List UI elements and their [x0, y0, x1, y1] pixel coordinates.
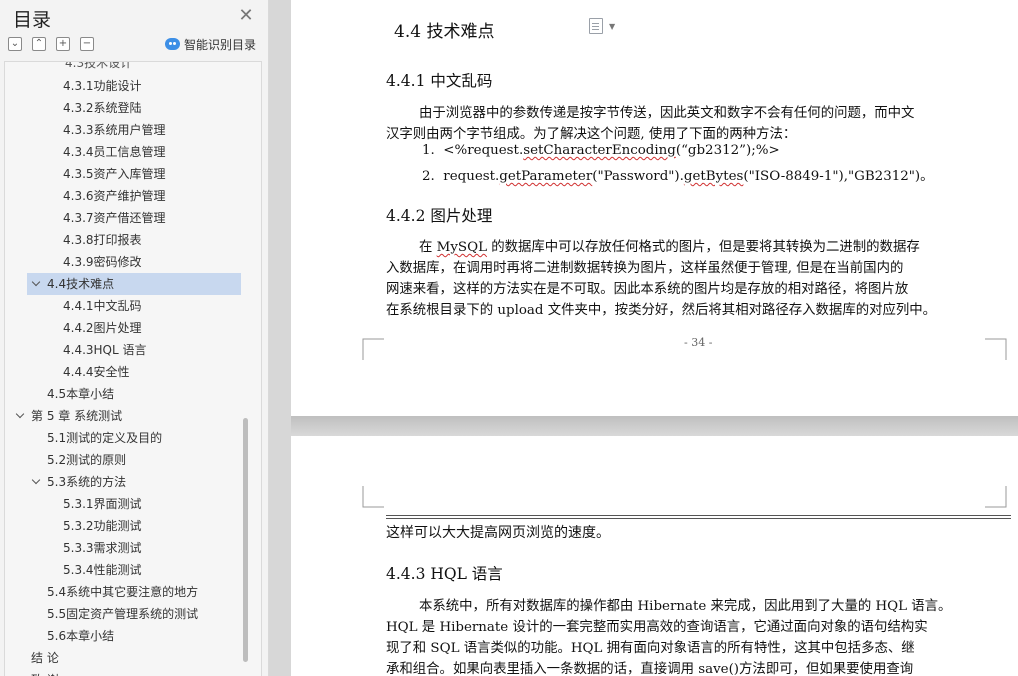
- paragraph-line: 汉字则由两个字节组成。为了解决这个问题, 使用了下面的两种方法：: [386, 127, 797, 142]
- toc-item[interactable]: 5.5固定资产管理系统的测试: [47, 603, 198, 625]
- toc-sidebar: 目录 ✕ ⌄ ⌃ + − 智能识别目录 4.3技术设计 4.3.1功能设计 4.…: [0, 0, 269, 676]
- toc-item[interactable]: 5.3.3需求测试: [63, 537, 142, 559]
- code-text: request.: [443, 169, 500, 184]
- toc-item[interactable]: 4.3.9密码修改: [63, 251, 142, 273]
- chevron-down-icon[interactable]: [31, 475, 41, 485]
- paragraph-line: 现了和 SQL 语言类似的功能。HQL 拥有面向对象语言的所有特性，这其中包括多…: [386, 641, 915, 656]
- toc-item-chapter[interactable]: 第 5 章 系统测试: [13, 405, 122, 427]
- paragraph-line: 在 MySQL 的数据库中可以存放任何格式的图片，但是要将其转换为二进制的数据存: [419, 235, 920, 255]
- code-text: getParameter: [499, 169, 593, 184]
- paragraph-line: 这样可以大大提高网页浏览的速度。: [386, 525, 610, 541]
- toc-item[interactable]: 5.4系统中其它要注意的地方: [47, 581, 198, 603]
- toc-item[interactable]: 5.3.2功能测试: [63, 515, 142, 537]
- toc-item[interactable]: 4.3.4员工信息管理: [63, 141, 166, 163]
- heading-4-4-3: 4.4.3 HQL 语言: [386, 565, 503, 583]
- toc-item[interactable]: 4.4.2图片处理: [63, 317, 142, 339]
- smart-recognize-icon: [165, 38, 180, 50]
- heading-4-4: 4.4 技术难点: [394, 22, 495, 42]
- toc-item-label: 5.3系统的方法: [47, 475, 127, 489]
- toc-list: 4.3技术设计 4.3.1功能设计 4.3.2系统登陆 4.3.3系统用户管理 …: [4, 61, 262, 676]
- toc-item[interactable]: 5.3.4性能测试: [63, 559, 142, 581]
- toc-item-selected[interactable]: 4.4技术难点: [27, 273, 241, 295]
- toc-item[interactable]: 4.3.5资产入库管理: [63, 163, 166, 185]
- remove-heading-icon[interactable]: −: [80, 37, 94, 51]
- expand-up-icon[interactable]: ⌃: [32, 37, 46, 51]
- margin-corner-mark: [362, 486, 384, 508]
- paragraph-line: 网速来看，这样的方法实在是不可取。因此本系统的图片均是存放的相对路径，将图片放: [386, 282, 909, 297]
- collapse-all-icon[interactable]: ⌄: [8, 37, 22, 51]
- document-page: 这样可以大大提高网页浏览的速度。 4.4.3 HQL 语言 本系统中，所有对数据…: [291, 436, 1018, 676]
- code-text: setCharacterEncoding: [523, 143, 676, 158]
- smart-recognize-button[interactable]: 智能识别目录: [165, 36, 256, 52]
- smart-recognize-label: 智能识别目录: [184, 37, 257, 52]
- heading-4-4-1: 4.4.1 中文乱码: [386, 72, 493, 90]
- list-number: 1.: [422, 143, 435, 158]
- toc-item-label: 第 5 章 系统测试: [31, 409, 123, 423]
- margin-corner-mark: [362, 338, 384, 360]
- margin-corner-mark: [985, 486, 1007, 508]
- toc-item-label: 4.4技术难点: [47, 277, 115, 291]
- header-rule: [386, 518, 1011, 519]
- toc-item[interactable]: 4.3.1功能设计: [63, 75, 142, 97]
- toc-item[interactable]: 5.1测试的定义及目的: [47, 427, 162, 449]
- toc-item[interactable]: 5.2测试的原则: [47, 449, 126, 471]
- toc-item[interactable]: 致 谢: [31, 669, 59, 676]
- paragraph-line: 承和组合。如果向表里插入一条数据的话，直接调用 save()方法即可，但如果要使…: [386, 662, 914, 676]
- text-run: MySQL: [436, 240, 487, 255]
- toc-item[interactable]: 4.3.7资产借还管理: [63, 207, 166, 229]
- list-item: 1. <%request.setCharacterEncoding(“gb231…: [422, 143, 780, 158]
- paragraph-line: 入数据库，在调用时再将二进制数据转换为图片，这样虽然便于管理, 但是在当前国内的: [386, 261, 904, 276]
- paragraph-line: 在系统根目录下的 upload 文件夹中，按类分好，然后将其相对路径存入数据库的…: [386, 303, 937, 318]
- text-run: 的数据库中可以存放任何格式的图片，但是要将其转换为二进制的数据存: [486, 240, 920, 255]
- toc-item[interactable]: 结 论: [31, 647, 59, 669]
- code-text: getBytes: [683, 169, 744, 184]
- sidebar-title: 目录: [13, 9, 52, 31]
- toc-item[interactable]: 4.3.2系统登陆: [63, 97, 142, 119]
- close-icon[interactable]: ✕: [236, 6, 256, 26]
- margin-corner-mark: [985, 338, 1007, 360]
- toc-item[interactable]: 5.3.1界面测试: [63, 493, 142, 515]
- code-text: (“gb2312”);%>: [675, 143, 780, 158]
- page-number: - 34 -: [684, 336, 713, 349]
- chevron-down-icon[interactable]: [31, 277, 41, 287]
- paragraph-line: 由于浏览器中的参数传递是按字节传送，因此英文和数字不会有任何的问题，而中文: [419, 106, 915, 121]
- code-text: <%request.: [443, 143, 524, 158]
- toc-item[interactable]: 4.3.3系统用户管理: [63, 119, 166, 141]
- code-text: ("Password").: [592, 169, 684, 184]
- toc-item[interactable]: 4.4.4安全性: [63, 361, 130, 383]
- chevron-down-icon[interactable]: ▼: [609, 22, 615, 31]
- list-number: 2.: [422, 169, 435, 184]
- toc-item-section[interactable]: 5.3系统的方法: [29, 471, 126, 493]
- toc-item[interactable]: 5.6本章小结: [47, 625, 114, 647]
- toc-item[interactable]: 4.4.1中文乱码: [63, 295, 142, 317]
- toc-item[interactable]: 4.5本章小结: [47, 383, 114, 405]
- page-gap: [291, 416, 1018, 436]
- code-text: ("ISO-8849-1"),"GB2312")。: [743, 169, 934, 184]
- document-page: 4.4 技术难点 4.4.1 中文乱码 由于浏览器中的参数传递是按字节传送，因此…: [291, 0, 1018, 416]
- list-item: 2. request.getParameter("Password").getB…: [422, 164, 934, 184]
- toc-item-partial[interactable]: 4.3技术设计: [65, 62, 132, 71]
- text-run: 在: [419, 240, 437, 255]
- heading-4-4-2: 4.4.2 图片处理: [386, 207, 493, 225]
- paragraph-line: 本系统中，所有对数据库的操作都由 Hibernate 来完成，因此用到了大量的 …: [419, 599, 952, 614]
- toc-item[interactable]: 4.3.6资产维护管理: [63, 185, 166, 207]
- paragraph-line: HQL 是 Hibernate 设计的一套完整而实用高效的查询语言，它通过面向对…: [386, 620, 928, 635]
- header-rule: [386, 515, 1011, 516]
- toc-item[interactable]: 4.4.3HQL 语言: [63, 339, 147, 361]
- document-icon[interactable]: [589, 18, 603, 34]
- chevron-down-icon[interactable]: [15, 409, 25, 419]
- sidebar-scrollbar[interactable]: [243, 418, 248, 662]
- document-canvas[interactable]: 4.4 技术难点 4.4.1 中文乱码 由于浏览器中的参数传递是按字节传送，因此…: [269, 0, 1018, 676]
- add-heading-icon[interactable]: +: [56, 37, 70, 51]
- toc-item[interactable]: 4.3.8打印报表: [63, 229, 142, 251]
